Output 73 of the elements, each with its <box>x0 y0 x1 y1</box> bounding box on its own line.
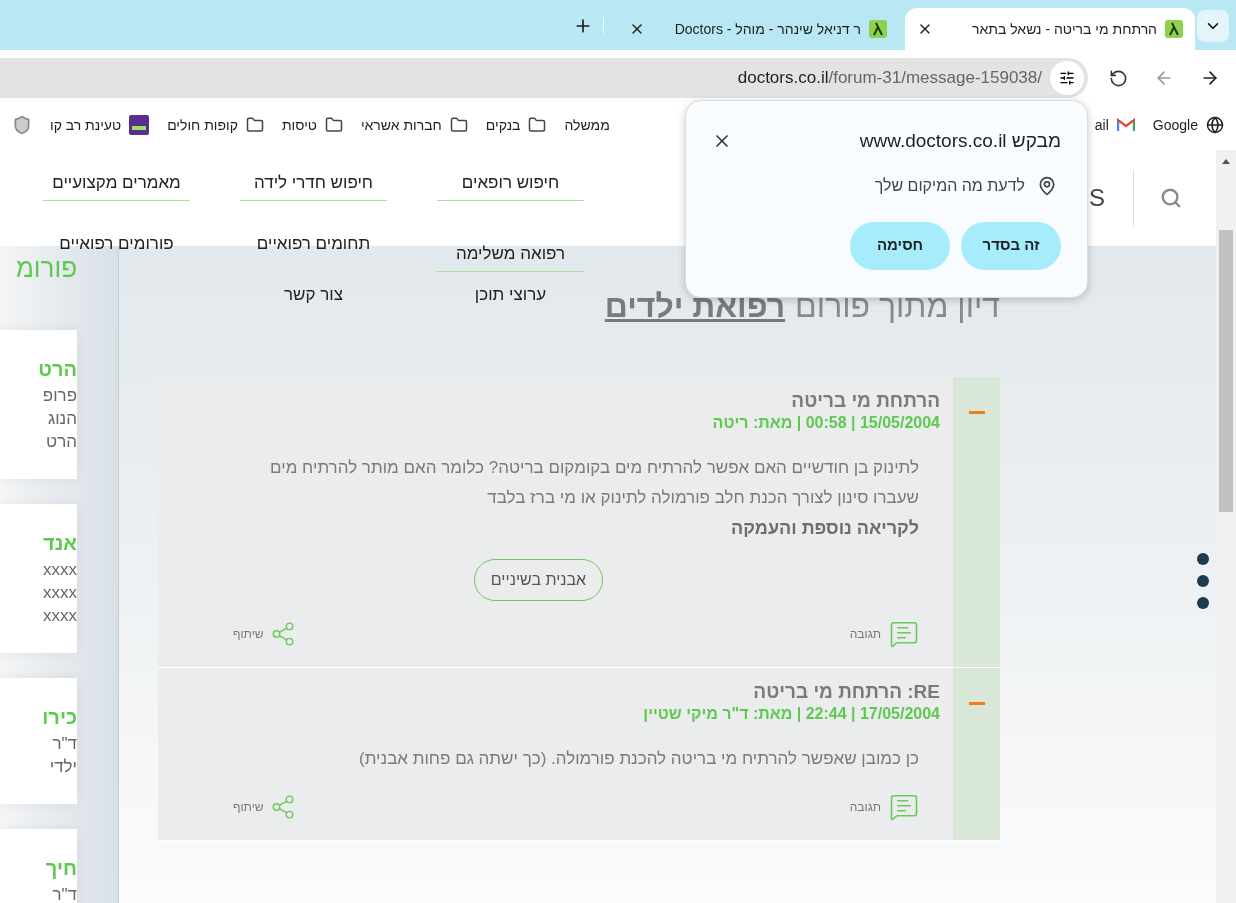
bookmark[interactable]: בנקים <box>485 114 547 136</box>
folder-icon <box>245 116 264 134</box>
tune-icon <box>1059 70 1075 86</box>
bookmark[interactable]: ail <box>1094 114 1135 136</box>
nav-link[interactable]: ערוצי תוכן <box>437 282 584 315</box>
folder-icon <box>324 116 343 134</box>
card-text: ד"ר <box>51 884 77 903</box>
read-more-link[interactable]: לקריאה נוספת והעמקה <box>233 513 919 543</box>
comment-icon <box>889 792 919 822</box>
card-text: xxxx <box>42 559 77 581</box>
card-text: ילדי <box>48 756 77 778</box>
post-body: כן כמובן שאפשר להרתיח מי בריטה להכנת פורמולה. (כך ישתה גם פחות אבנית) <box>358 748 919 770</box>
comment-icon <box>889 619 919 649</box>
reply-link[interactable]: תגובה <box>849 792 919 822</box>
post-meta: 15/05/2004 | 00:58 | מאת: ריטה <box>711 413 940 433</box>
card-icon <box>129 115 150 135</box>
shield-icon[interactable] <box>12 115 32 135</box>
mail-icon <box>1116 118 1135 132</box>
location-pin-icon <box>1037 175 1057 196</box>
post-body: לתינוק בן חודשיים האם אפשר להרתיח מים בקומקום בריטה? כלומר האם מותר להרתיח מים שעברו סינון לצורך הכנת חלב פורמולה לתינוק או מי ברז בלבד <box>269 457 919 509</box>
card-text: פרופ <box>41 385 77 407</box>
nav-link[interactable]: מאמרים מקצועיים <box>43 170 190 201</box>
bookmark[interactable]: חברות אשראי <box>360 114 468 136</box>
card-text: xxxx <box>42 605 77 627</box>
card-text: xxxx <box>42 582 77 604</box>
card-title: הרט <box>37 357 77 382</box>
reply-link[interactable]: תגובה <box>849 619 919 649</box>
bookmark[interactable]: קופות חולים <box>167 114 264 136</box>
globe-icon <box>1206 116 1224 134</box>
tab-title: הרתחת מי בריטה - נשאל בתאר <box>971 19 1157 39</box>
card-title: כירו <box>41 705 77 730</box>
nav-link[interactable]: תחומים רפואיים <box>240 231 387 272</box>
reload-icon[interactable] <box>1109 68 1128 88</box>
forum-card[interactable]: הרט פרופ הנוג הרט <box>0 330 77 479</box>
post-title: הרתחת מי בריטה <box>790 389 940 413</box>
bookmark[interactable]: טיסות <box>281 114 343 136</box>
bookmark[interactable]: טעינת רב קו <box>50 114 150 136</box>
browser-tab[interactable]: הרתחת מי בריטה - נשאל בתאר <box>905 8 1195 50</box>
url-text: doctors.co.il/forum-31/message-159038/ <box>737 67 1042 90</box>
site-favicon-icon <box>1165 20 1183 38</box>
popup-title: מבקש www.doctors.co.il <box>859 129 1061 153</box>
nav-link[interactable]: רפואה משלימה <box>437 241 584 272</box>
nav-link[interactable]: חיפוש חדרי לידה <box>240 170 387 201</box>
card-title: חיך <box>44 856 77 881</box>
permission-text: לדעת מה המיקום שלך <box>874 175 1025 196</box>
post-title: RE: הרתחת מי בריטה <box>752 680 940 704</box>
bookmark[interactable]: Google <box>1152 114 1224 136</box>
address-bar[interactable]: doctors.co.il/forum-31/message-159038/ <box>0 58 1088 98</box>
post-meta: 17/05/2004 | 22:44 | מאת: ד"ר מיקי שטיין <box>642 704 940 724</box>
nav-link[interactable]: חיפוש רופאים <box>437 170 584 201</box>
logo-text: S <box>1089 183 1105 213</box>
popup-button[interactable]: חסימה <box>850 221 950 270</box>
bookmark[interactable]: ממשלה <box>564 114 610 136</box>
browser-tab[interactable]: ר דניאל שינהר - מוהל - Doctors <box>619 8 897 50</box>
forum-card[interactable]: כירו ד"ר ילדי <box>0 678 77 804</box>
nav-link[interactable]: צור קשר <box>240 282 387 315</box>
page-heading: דיון מתוך פורום <box>795 287 1000 326</box>
card-text: הרט <box>45 431 77 453</box>
forum-card[interactable]: חיך ד"ר <box>0 829 77 903</box>
share-link[interactable]: שיתוף <box>233 794 296 820</box>
card-text: ד"ר <box>51 733 77 755</box>
card-title: אנד <box>42 531 77 556</box>
tab-title: ר דניאל שינהר - מוהל - Doctors <box>673 19 861 39</box>
folder-icon <box>528 116 547 134</box>
popup-button[interactable]: זה בסדר <box>961 221 1061 270</box>
card-text: הנוג <box>47 408 77 430</box>
site-favicon-icon <box>869 20 887 38</box>
search-icon[interactable] <box>1160 187 1182 209</box>
folder-icon <box>449 116 468 134</box>
share-link[interactable]: שיתוף <box>233 621 296 647</box>
site-info-button[interactable] <box>1050 61 1084 95</box>
more-options-icon[interactable] <box>1197 553 1209 609</box>
sidebar-title: פורומ <box>14 252 77 284</box>
